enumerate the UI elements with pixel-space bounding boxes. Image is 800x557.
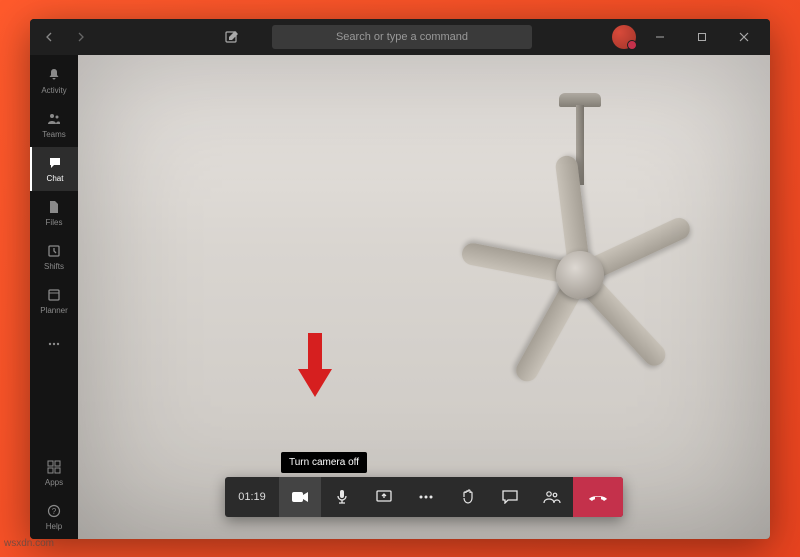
- forward-button[interactable]: [68, 25, 92, 49]
- participants-button[interactable]: [531, 477, 573, 517]
- mic-toggle-button[interactable]: [321, 477, 363, 517]
- call-toolbar: 01:19: [225, 477, 623, 517]
- sidebar-label: Teams: [42, 130, 66, 139]
- sidebar: Activity Teams Chat Files Shifts Planner: [30, 55, 78, 539]
- share-screen-button[interactable]: [363, 477, 405, 517]
- sidebar-label: Chat: [47, 174, 64, 183]
- sidebar-label: Files: [46, 218, 63, 227]
- maximize-button[interactable]: [684, 23, 720, 51]
- planner-icon: [45, 286, 63, 304]
- sidebar-item-shifts[interactable]: Shifts: [30, 235, 78, 279]
- avatar[interactable]: [612, 25, 636, 49]
- video-feed: Turn camera off 01:19: [78, 55, 770, 539]
- sidebar-label: Shifts: [44, 262, 64, 271]
- chat-button[interactable]: [489, 477, 531, 517]
- call-duration: 01:19: [225, 477, 279, 517]
- search-input[interactable]: Search or type a command: [272, 25, 532, 49]
- sidebar-item-planner[interactable]: Planner: [30, 279, 78, 323]
- files-icon: [45, 198, 63, 216]
- sidebar-label: Activity: [41, 86, 66, 95]
- sidebar-item-teams[interactable]: Teams: [30, 103, 78, 147]
- annotation-arrow: [298, 333, 332, 399]
- more-actions-button[interactable]: [405, 477, 447, 517]
- sidebar-item-more[interactable]: [30, 323, 78, 367]
- sidebar-item-chat[interactable]: Chat: [30, 147, 78, 191]
- titlebar: Search or type a command: [30, 19, 770, 55]
- minimize-button[interactable]: [642, 23, 678, 51]
- sidebar-label: Help: [46, 522, 62, 531]
- camera-tooltip: Turn camera off: [281, 452, 367, 473]
- sidebar-label: Planner: [40, 306, 68, 315]
- ceiling-fan: [470, 165, 690, 385]
- camera-toggle-button[interactable]: [279, 477, 321, 517]
- svg-text:?: ?: [52, 507, 57, 516]
- watermark: wsxdn.com: [4, 538, 54, 549]
- sidebar-item-activity[interactable]: Activity: [30, 59, 78, 103]
- sidebar-item-apps[interactable]: Apps: [30, 451, 78, 495]
- teams-icon: [45, 110, 63, 128]
- sidebar-item-files[interactable]: Files: [30, 191, 78, 235]
- close-button[interactable]: [726, 23, 762, 51]
- bell-icon: [45, 66, 63, 84]
- more-icon: [45, 335, 63, 353]
- hangup-button[interactable]: [573, 477, 623, 517]
- sidebar-item-help[interactable]: ? Help: [30, 495, 78, 539]
- help-icon: ?: [45, 502, 63, 520]
- back-button[interactable]: [38, 25, 62, 49]
- shifts-icon: [45, 242, 63, 260]
- compose-button[interactable]: [218, 23, 246, 51]
- raise-hand-button[interactable]: [447, 477, 489, 517]
- body: Activity Teams Chat Files Shifts Planner: [30, 55, 770, 539]
- sidebar-label: Apps: [45, 478, 63, 487]
- teams-window: Search or type a command Activity Teams …: [30, 19, 770, 539]
- chat-icon: [46, 154, 64, 172]
- apps-icon: [45, 458, 63, 476]
